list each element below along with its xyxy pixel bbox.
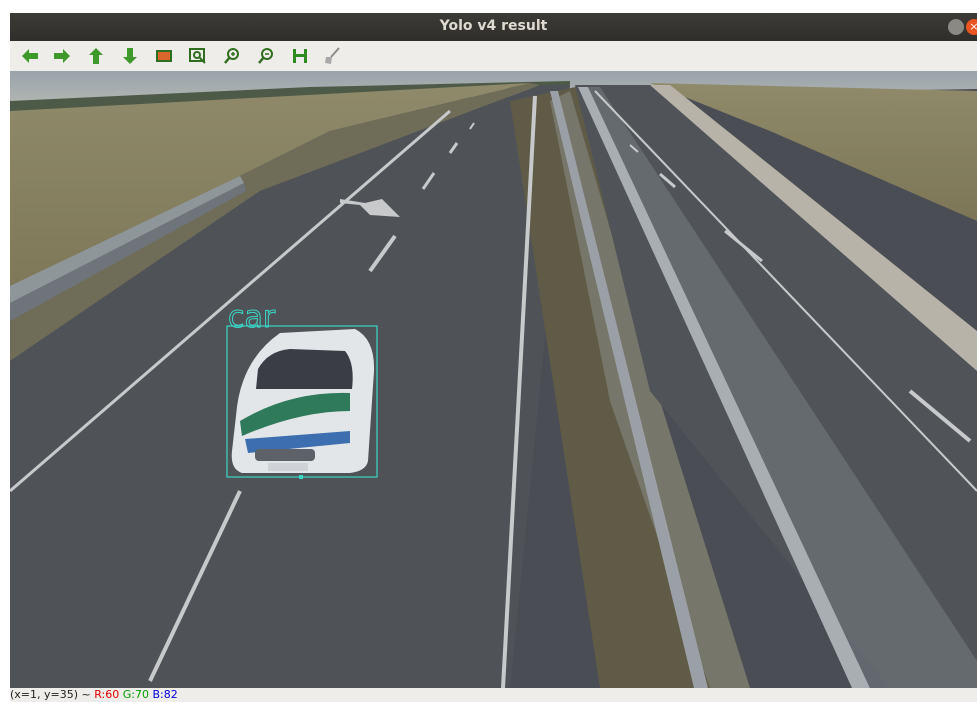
highway-photo: car [10,71,977,688]
zoom-out-icon [258,48,273,64]
cursor-coords: (x=1, y=35) ~ [10,688,95,701]
image-canvas[interactable]: car [10,71,977,688]
zoom-in-icon [224,48,239,64]
save-icon [293,49,307,63]
zoom-rect-icon [189,48,206,64]
zoom-in-button[interactable] [222,46,242,66]
brush-icon [325,47,340,64]
pan-left-button[interactable] [20,46,40,66]
minimize-button[interactable] [948,19,964,35]
close-icon: × [969,20,977,33]
title-bar: Yolo v4 result × [10,13,977,41]
properties-button[interactable] [322,46,342,66]
zoom-area-button[interactable] [188,46,208,66]
toolbar [10,41,977,72]
arrow-up-icon [89,48,103,64]
pixel-red-value: R:60 [94,688,120,701]
box-handle [299,475,303,479]
image-icon [156,50,172,62]
zoom-out-button[interactable] [256,46,276,66]
pixel-green-value: G:70 [122,688,149,701]
arrow-down-icon [123,48,137,64]
arrow-right-icon [54,49,70,63]
pan-down-button[interactable] [120,46,140,66]
pixel-blue-value: B:82 [152,688,178,701]
pan-up-button[interactable] [86,46,106,66]
save-button[interactable] [290,46,310,66]
status-bar: (x=1, y=35) ~ R:60 G:70 B:82 [10,688,977,702]
zoom-fit-button[interactable] [154,46,174,66]
arrow-left-icon [22,49,38,63]
window-title: Yolo v4 result [439,18,548,34]
detection-label: car [228,300,276,335]
close-button[interactable]: × [966,19,977,35]
pan-right-button[interactable] [52,46,72,66]
